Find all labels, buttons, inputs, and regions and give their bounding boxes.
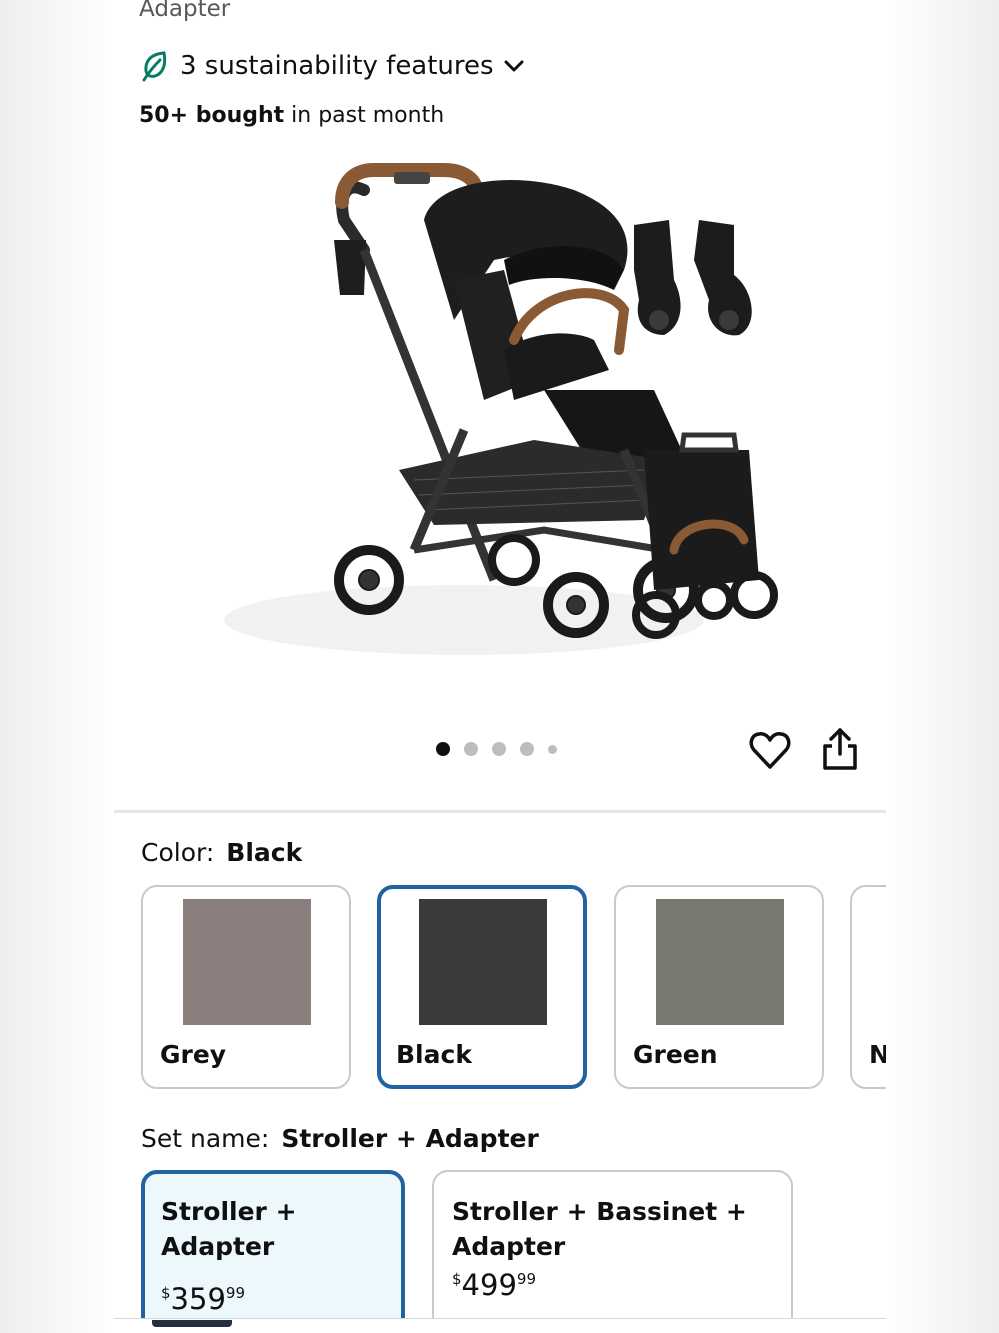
bottom-tab-indicator xyxy=(152,1320,232,1327)
product-title-fragment: Adapter xyxy=(139,0,231,22)
sustainability-features-toggle[interactable]: 3 sustainability features xyxy=(140,50,526,82)
color-option-grey[interactable]: Grey xyxy=(141,885,351,1089)
set-option-name: Stroller + Adapter xyxy=(161,1197,297,1261)
price-fraction: 99 xyxy=(225,1284,245,1302)
set-option-price: $359 99 xyxy=(161,1282,385,1316)
chevron-down-icon xyxy=(504,60,524,72)
carousel-dot[interactable] xyxy=(548,744,557,754)
set-selected-value: Stroller + Adapter xyxy=(281,1124,539,1153)
price-currency: $ xyxy=(161,1284,171,1302)
section-divider xyxy=(114,810,886,813)
product-image[interactable] xyxy=(214,150,794,680)
color-option-partial[interactable]: N xyxy=(850,885,886,1089)
color-option-label: Black xyxy=(396,1040,472,1069)
set-option-price: $499 99 xyxy=(452,1268,773,1302)
color-label-row: Color: Black xyxy=(141,838,302,867)
share-icon[interactable] xyxy=(820,726,860,772)
price-whole: 359 xyxy=(170,1282,226,1316)
carousel-dot[interactable] xyxy=(464,742,478,756)
color-option-label: N xyxy=(869,1040,886,1069)
color-option-label: Grey xyxy=(160,1040,227,1069)
color-chip-green xyxy=(656,899,784,1025)
color-option-green[interactable]: Green xyxy=(614,885,824,1089)
price-whole: 499 xyxy=(461,1268,517,1302)
set-label: Set name: xyxy=(141,1124,270,1153)
set-option-name: Stroller + Bassinet + Adapter xyxy=(452,1197,747,1261)
product-page: Adapter 3 sustainability features 50+ bo… xyxy=(114,0,886,1333)
set-option-stroller-adapter[interactable]: Stroller + Adapter $359 99 xyxy=(141,1170,405,1333)
bought-count-bold: 50+ bought xyxy=(139,103,285,128)
carousel-dot[interactable] xyxy=(492,742,506,756)
color-label: Color: xyxy=(141,838,215,867)
color-chip-black xyxy=(419,899,547,1025)
color-chip-grey xyxy=(183,899,311,1025)
sustainability-label: 3 sustainability features xyxy=(180,51,494,81)
bought-count: 50+ bought in past month xyxy=(139,103,444,128)
price-fraction: 99 xyxy=(516,1270,536,1288)
heart-icon[interactable] xyxy=(748,728,792,772)
car-seat-adapters-image xyxy=(634,220,752,336)
bought-count-rest: in past month xyxy=(284,103,445,128)
set-option-stroller-bassinet-adapter[interactable]: Stroller + Bassinet + Adapter $499 99 xyxy=(432,1170,793,1333)
set-label-row: Set name: Stroller + Adapter xyxy=(141,1124,539,1153)
color-option-label: Green xyxy=(633,1040,718,1069)
price-currency: $ xyxy=(452,1270,462,1288)
leaf-icon xyxy=(142,51,167,82)
carousel-dot[interactable] xyxy=(520,742,534,756)
color-option-black[interactable]: Black xyxy=(377,885,587,1089)
color-selected-value: Black xyxy=(226,838,303,867)
carousel-dot[interactable] xyxy=(436,742,450,756)
image-carousel-dots[interactable] xyxy=(436,742,557,756)
